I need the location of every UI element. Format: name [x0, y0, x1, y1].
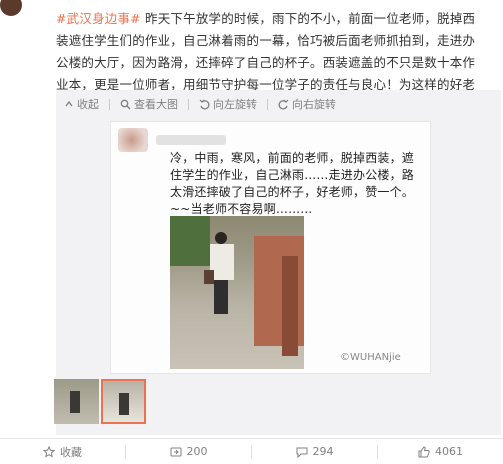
blurred-avatar — [118, 128, 148, 152]
like-count: 4061 — [435, 445, 463, 458]
rotate-left-label: 向左旋转 — [213, 98, 257, 111]
like-button[interactable]: 4061 — [378, 445, 503, 458]
photo-railing — [282, 256, 298, 356]
rotate-right-label: 向右旋转 — [292, 98, 336, 111]
divider — [109, 98, 110, 110]
rotate-right-button[interactable]: 向右旋转 — [278, 96, 336, 112]
thumbnail-strip — [54, 379, 148, 424]
divider — [188, 98, 189, 110]
star-icon — [43, 445, 55, 458]
magnify-icon — [120, 99, 131, 109]
thumbnail-1[interactable] — [54, 379, 99, 424]
photo-header — [118, 128, 226, 152]
photo-person-legs — [214, 280, 228, 314]
collapse-icon — [65, 100, 73, 107]
rotate-right-icon — [278, 99, 289, 109]
repost-count: 200 — [186, 445, 208, 458]
comment-button[interactable]: 294 — [252, 445, 377, 458]
favorite-button[interactable]: 收藏 — [0, 444, 125, 460]
comment-icon — [296, 447, 307, 458]
hashtag-link[interactable]: #武汉身边事# — [56, 11, 141, 26]
divider — [267, 98, 268, 110]
thumbnail-2[interactable] — [101, 379, 146, 424]
media-toolbar: 收起 查看大图 向左旋转 向右旋转 — [64, 95, 346, 113]
photo-person-head — [215, 232, 227, 244]
repost-icon — [170, 447, 181, 456]
view-large-button[interactable]: 查看大图 — [120, 96, 178, 112]
thumbs-up-icon — [418, 445, 430, 457]
photo-bag — [204, 270, 214, 284]
photo-post-text: 冷，中雨，寒风，前面的老师，脱掉西装，遮住学生的作业，自己淋雨……走进办公楼，路… — [170, 151, 415, 216]
rotate-left-icon — [199, 99, 210, 109]
post-footer: 收藏 200 294 4061 — [0, 438, 503, 464]
thumbnail-figure — [119, 393, 129, 415]
thumbnail-figure — [70, 391, 80, 413]
comment-count: 294 — [312, 445, 334, 458]
photo-tree — [170, 216, 210, 266]
blurred-username — [156, 135, 226, 145]
repost-button[interactable]: 200 — [126, 445, 251, 458]
teacher-rain-photo — [170, 216, 304, 369]
collapse-label: 收起 — [77, 98, 99, 111]
watermark: ©WUHANjie — [340, 352, 401, 363]
view-large-label: 查看大图 — [134, 98, 178, 111]
avatar[interactable] — [0, 0, 22, 16]
collapse-button[interactable]: 收起 — [64, 96, 99, 112]
rotate-left-button[interactable]: 向左旋转 — [199, 96, 257, 112]
favorite-label: 收藏 — [60, 445, 82, 459]
